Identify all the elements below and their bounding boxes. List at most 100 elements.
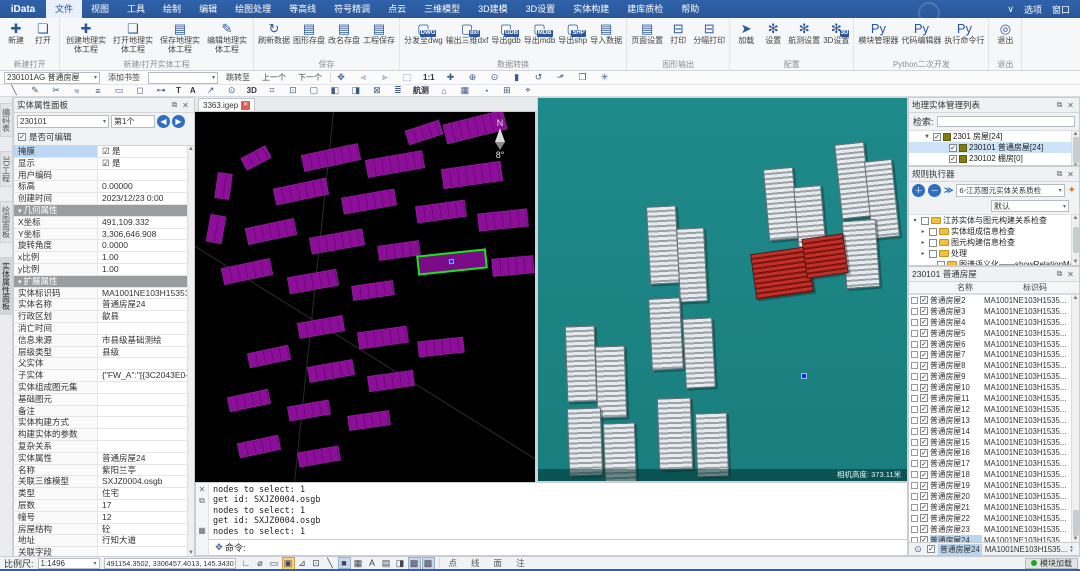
property-value[interactable]: 紫阳兰亭	[98, 465, 194, 476]
table-toggle-icon[interactable]: ▤	[380, 558, 393, 569]
building-footprint[interactable]	[418, 338, 463, 357]
rule-checkbox[interactable]	[921, 217, 929, 225]
menu-tab-帮助[interactable]: 帮助	[672, 0, 708, 18]
side-tab-3d-project[interactable]: 3D工程	[0, 151, 13, 187]
expand-arrow-icon[interactable]: ▸	[919, 239, 927, 246]
curve-icon[interactable]: ≈	[71, 86, 83, 96]
ribbon-button[interactable]: ▤ 保存地理实体工程	[157, 19, 203, 55]
house-row[interactable]: ✓ 普通房屋19 MA1001NE103H1535...	[909, 480, 1079, 491]
new-window-icon[interactable]: ❒	[577, 72, 589, 83]
selection-handle[interactable]	[449, 259, 454, 264]
line-snap-icon[interactable]: ╲	[324, 558, 337, 569]
zoom-1to1-icon[interactable]: 1:1	[423, 73, 435, 82]
text-tool-icon[interactable]: T	[176, 86, 181, 95]
house-checkbox[interactable]: ✓	[920, 373, 928, 381]
ribbon-button[interactable]: ▢SHP 导出shp	[557, 19, 588, 46]
property-value[interactable]	[98, 170, 194, 181]
visibility-checkbox[interactable]: ✓	[949, 155, 957, 163]
property-value[interactable]: 1.00	[98, 252, 194, 263]
ribbon-button[interactable]: ✻3D 3D设置	[822, 19, 850, 46]
property-value[interactable]: 1.00	[98, 264, 194, 275]
building-footprint[interactable]	[242, 147, 271, 170]
ortho-icon[interactable]: ∟	[240, 558, 253, 568]
building-footprint[interactable]	[358, 327, 408, 349]
locate-icon[interactable]: ⊙	[912, 544, 924, 555]
draw-line-icon[interactable]: ╲	[8, 85, 20, 96]
rule-tree-item[interactable]: ▾ 江苏实体与图元构建关系检查	[909, 215, 1079, 226]
house-row[interactable]: ✓ 普通房屋18 MA1001NE103H1535...	[909, 469, 1079, 480]
property-value[interactable]: 17	[98, 500, 194, 511]
bookmark-combobox[interactable]: ▾	[148, 72, 218, 84]
rule-checkbox[interactable]	[929, 228, 937, 236]
house-checkbox[interactable]: ✓	[920, 492, 928, 500]
menu-tab-实体构建[interactable]: 实体构建	[564, 0, 618, 18]
vector-icon[interactable]: ↗	[205, 85, 217, 96]
building-footprint[interactable]	[215, 173, 231, 199]
point-mode-button[interactable]: 点	[444, 557, 463, 569]
rule-tree-item[interactable]: ▸ 图元构建信息检查	[909, 237, 1079, 248]
property-value[interactable]	[98, 417, 194, 428]
raster-icon[interactable]: ▩	[408, 557, 421, 570]
view-3d-button[interactable]: 3D	[247, 86, 257, 95]
selected-building-footprint[interactable]	[416, 248, 488, 275]
frame-icon[interactable]: ▢	[308, 85, 320, 96]
undo-view-icon[interactable]: ↺	[533, 72, 545, 83]
node-edit-icon[interactable]: ⊶	[155, 85, 167, 96]
ribbon-button[interactable]: ✻ 航测设置	[787, 19, 821, 46]
ribbon-button[interactable]: Py 执行命令行	[943, 19, 985, 46]
previous-button[interactable]: 上一个	[258, 72, 290, 83]
search-input[interactable]	[937, 116, 1075, 127]
house-checkbox[interactable]: ✓	[920, 394, 928, 402]
polygon-icon[interactable]: ◻	[134, 85, 146, 96]
property-value[interactable]	[98, 323, 194, 334]
menu-tab-视图[interactable]: 视图	[82, 0, 118, 18]
zoom-extents-icon[interactable]: ⊕	[467, 72, 479, 83]
building-3d-model[interactable]	[657, 397, 693, 470]
expand-arrow-icon[interactable]: ▾	[911, 217, 919, 224]
building-3d-model[interactable]	[567, 407, 603, 476]
float-panel-icon[interactable]: ⧉	[1054, 169, 1065, 179]
building-footprint[interactable]	[288, 401, 330, 421]
move-icon[interactable]: ✥	[335, 72, 347, 83]
house-checkbox[interactable]: ✓	[920, 416, 928, 424]
rotate-icon[interactable]: ◔	[480, 86, 492, 96]
editable-checkbox[interactable]: ✓	[18, 133, 26, 141]
building-footprint[interactable]	[352, 281, 393, 299]
ribbon-button[interactable]: ✚ 新建	[3, 19, 29, 46]
menu-tab-符号精调[interactable]: 符号精调	[325, 0, 379, 18]
ribbon-button[interactable]: ✎ 编辑地理实体工程	[204, 19, 250, 55]
ribbon-button[interactable]: ➤ 加载	[733, 19, 759, 46]
scene-3d-view[interactable]: 相机高度: 373.11米	[537, 97, 908, 482]
grid-tool-icon[interactable]: ⌗	[266, 85, 278, 96]
house-checkbox[interactable]: ✓	[920, 482, 928, 490]
house-checkbox[interactable]: ✓	[920, 514, 928, 522]
property-value[interactable]: 砼	[98, 524, 194, 535]
building-3d-model[interactable]	[682, 317, 716, 388]
feature-type-combobox[interactable]: 230101AG 普通房屋▾	[4, 72, 100, 84]
close-document-icon[interactable]: ✕	[241, 101, 250, 110]
building-footprint[interactable]	[246, 219, 296, 244]
building-3d-model[interactable]	[646, 205, 680, 284]
ribbon-button[interactable]: ↻ 刷新数据	[257, 19, 291, 46]
halftone-icon[interactable]: ◨	[394, 558, 407, 569]
house-row[interactable]: ✓ 普通房屋23 MA1001NE103H1535...	[909, 524, 1079, 535]
house-checkbox[interactable]: ✓	[920, 449, 928, 457]
building-3d-model[interactable]	[648, 297, 684, 371]
ribbon-button[interactable]: ◎ 退出	[992, 19, 1018, 46]
home-view-icon[interactable]: ⌂	[438, 86, 450, 96]
property-value[interactable]	[98, 382, 194, 393]
menu-tab-绘图处理[interactable]: 绘图处理	[226, 0, 280, 18]
redo-view-icon[interactable]: ⬏	[555, 72, 567, 83]
menu-tab-三维模型[interactable]: 三维模型	[415, 0, 469, 18]
property-value[interactable]: 市县级基础测绘	[98, 335, 194, 346]
close-panel-icon[interactable]: ✕	[1065, 101, 1076, 110]
entity-index-box[interactable]: 第1个	[111, 115, 155, 128]
building-3d-model[interactable]	[842, 219, 881, 289]
column-code[interactable]: 标识码	[991, 282, 1079, 293]
ribbon-button[interactable]: ▢MDB 导出mdb	[523, 19, 557, 46]
house-checkbox[interactable]: ✓	[920, 362, 928, 370]
expand-arrow-icon[interactable]: ▸	[919, 250, 927, 257]
building-3d-model[interactable]	[695, 412, 729, 477]
column-name[interactable]: 名称	[939, 282, 991, 293]
fill-toggle-icon[interactable]: ■	[338, 557, 351, 569]
